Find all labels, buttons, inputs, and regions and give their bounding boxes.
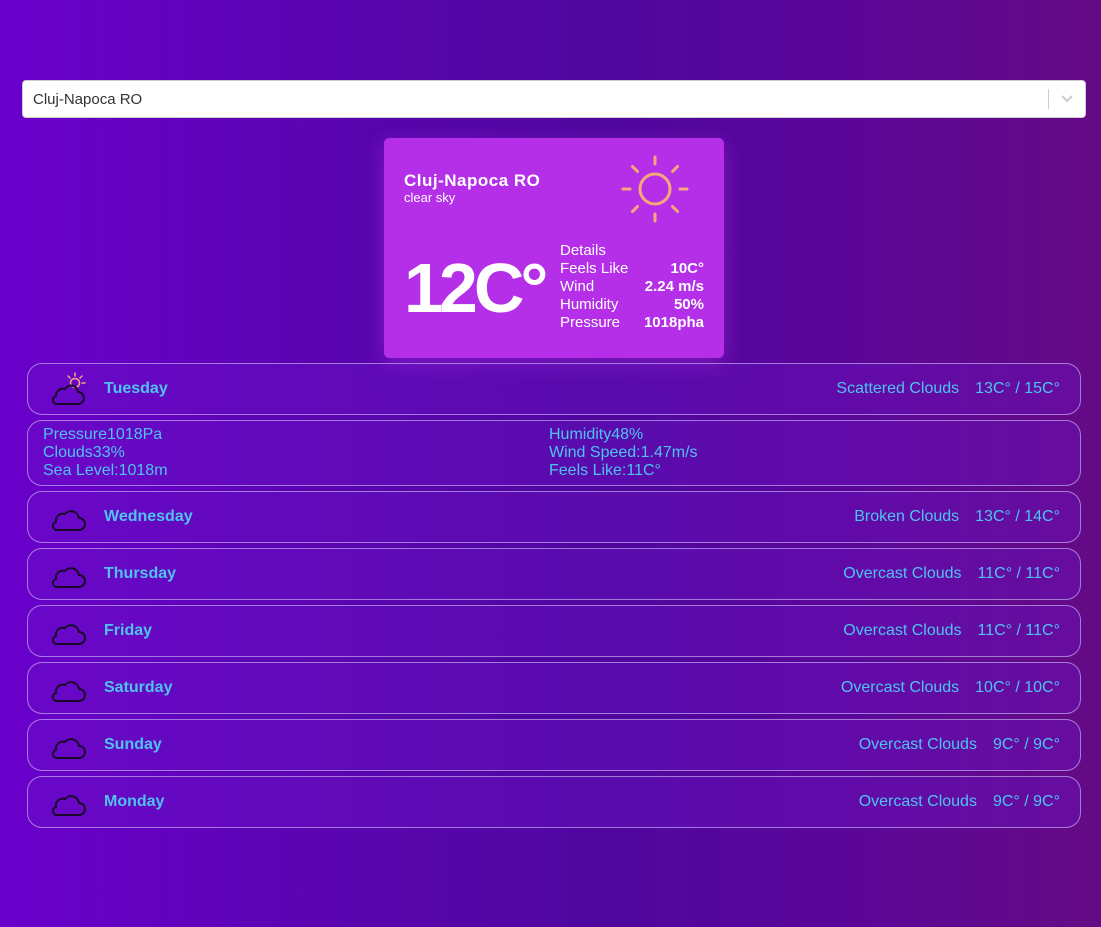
forecast-temps: 9C° / 9C° xyxy=(992,736,1060,753)
forecast-description: Overcast Clouds xyxy=(858,736,977,753)
forecast-temps: 9C° / 9C° xyxy=(992,793,1060,810)
forecast-description: Overcast Clouds xyxy=(843,622,962,639)
forecast-row-monday[interactable]: Monday Overcast Clouds 9C° / 9C° xyxy=(27,776,1081,828)
forecast-day: Tuesday xyxy=(104,380,168,397)
forecast-row-sunday[interactable]: Sunday Overcast Clouds 9C° / 9C° xyxy=(27,719,1081,771)
forecast-description: Broken Clouds xyxy=(854,508,960,525)
forecast-summary: Overcast Clouds 11C° / 11C° xyxy=(843,622,1060,640)
forecast-row-tuesday[interactable]: Tuesday Scattered Clouds 13C° / 15C° xyxy=(27,363,1081,415)
details-row-wind: Wind 2.24 m/s xyxy=(560,278,704,296)
details-value: 50% xyxy=(673,296,704,313)
city-select-value[interactable]: Cluj-Napoca RO xyxy=(23,91,1048,108)
city-select[interactable]: Cluj-Napoca RO xyxy=(22,80,1086,118)
forecast-day: Friday xyxy=(104,622,153,639)
detail-wind-speed: Wind Speed:1.47m/s xyxy=(549,444,698,461)
forecast-row-saturday[interactable]: Saturday Overcast Clouds 10C° / 10C° xyxy=(27,662,1081,714)
details-row-feels-like: Feels Like 10C° xyxy=(560,260,704,278)
forecast-summary: Overcast Clouds 9C° / 9C° xyxy=(859,736,1060,754)
details-title: Details xyxy=(560,242,606,259)
cloud-icon xyxy=(51,510,86,532)
partly-cloudy-icon xyxy=(51,372,86,406)
forecast-summary: Overcast Clouds 9C° / 9C° xyxy=(859,793,1060,811)
forecast-description: Overcast Clouds xyxy=(858,793,977,810)
forecast-description: Scattered Clouds xyxy=(836,380,960,397)
detail-sea-level: Sea Level:1018m xyxy=(43,462,168,479)
detail-humidity: Humidity48% xyxy=(549,426,644,443)
chevron-down-icon[interactable] xyxy=(1049,81,1085,117)
forecast-description: Overcast Clouds xyxy=(840,679,960,696)
details-value: 1018pha xyxy=(643,314,704,331)
forecast-summary: Scattered Clouds 13C° / 15C° xyxy=(836,380,1060,398)
forecast-day: Thursday xyxy=(104,565,177,582)
cloud-icon xyxy=(51,795,86,817)
forecast-day: Saturday xyxy=(104,679,173,696)
forecast-summary: Overcast Clouds 10C° / 10C° xyxy=(841,679,1060,697)
forecast-row-friday[interactable]: Friday Overcast Clouds 11C° / 11C° xyxy=(27,605,1081,657)
details-value: 2.24 m/s xyxy=(644,278,704,295)
forecast-day: Sunday xyxy=(104,736,162,753)
details-label: Pressure xyxy=(560,314,621,331)
detail-pressure: Pressure1018Pa xyxy=(43,426,163,443)
forecast-day: Wednesday xyxy=(104,508,193,525)
current-weather-card: Cluj-Napoca RO clear sky 12C° Details Fe… xyxy=(384,138,724,358)
cloud-icon xyxy=(51,681,86,703)
current-details: Details Feels Like 10C° Wind 2.24 m/s Hu… xyxy=(560,242,704,332)
sun-icon xyxy=(621,155,689,223)
forecast-details-panel: Pressure1018Pa Clouds33% Sea Level:1018m… xyxy=(27,420,1081,486)
cloud-icon xyxy=(51,738,86,760)
cloud-icon xyxy=(51,567,86,589)
details-label: Feels Like xyxy=(560,260,629,277)
current-description: clear sky xyxy=(404,190,456,205)
details-value: 10C° xyxy=(670,260,704,277)
details-label: Wind xyxy=(560,278,595,295)
forecast-temps: 13C° / 15C° xyxy=(975,380,1060,397)
forecast-temps: 10C° / 10C° xyxy=(975,679,1060,696)
forecast-summary: Overcast Clouds 11C° / 11C° xyxy=(843,565,1060,583)
forecast-summary: Broken Clouds 13C° / 14C° xyxy=(854,508,1060,526)
detail-clouds: Clouds33% xyxy=(43,444,125,461)
forecast-row-wednesday[interactable]: Wednesday Broken Clouds 13C° / 14C° xyxy=(27,491,1081,543)
forecast-description: Overcast Clouds xyxy=(843,565,962,582)
forecast-temps: 11C° / 11C° xyxy=(977,565,1060,582)
details-label: Humidity xyxy=(560,296,619,313)
current-city: Cluj-Napoca RO xyxy=(404,171,541,190)
forecast-temps: 13C° / 14C° xyxy=(975,508,1060,525)
details-column-left: Pressure1018Pa Clouds33% Sea Level:1018m xyxy=(43,426,168,480)
current-temperature: 12C° xyxy=(404,249,548,327)
details-row-humidity: Humidity 50% xyxy=(560,296,704,314)
forecast-row-thursday[interactable]: Thursday Overcast Clouds 11C° / 11C° xyxy=(27,548,1081,600)
cloud-icon xyxy=(51,624,86,646)
details-row-pressure: Pressure 1018pha xyxy=(560,314,704,332)
details-column-right: Humidity48% Wind Speed:1.47m/s Feels Lik… xyxy=(549,426,698,480)
forecast-temps: 11C° / 11C° xyxy=(977,622,1060,639)
forecast-day: Monday xyxy=(104,793,165,810)
detail-feels-like: Feels Like:11C° xyxy=(549,462,661,479)
